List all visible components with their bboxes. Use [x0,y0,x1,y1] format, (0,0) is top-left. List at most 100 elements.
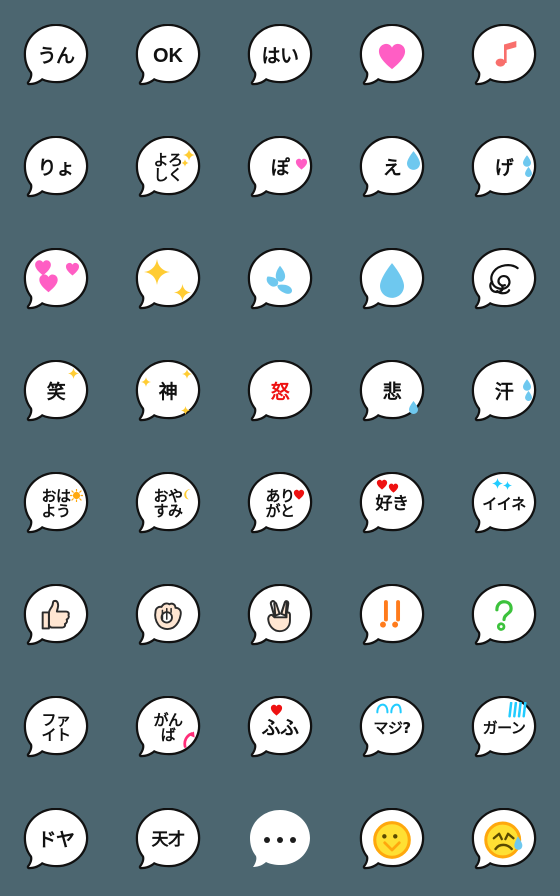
sticker-tensai[interactable]: 天才 [135,808,201,872]
sticker-content: ファ イト [30,705,82,751]
sticker-ryo[interactable]: りょ [23,136,89,200]
sticker-splash[interactable] [247,248,313,312]
sticker-cell[interactable]: 笑 [0,336,112,448]
sticker-yoroshiku[interactable]: よろ しく [135,136,201,200]
sticker-ok[interactable]: OK [135,24,201,88]
sticker-cell[interactable]: ふふ [224,672,336,784]
sticker-sparkles[interactable] [135,248,201,312]
sticker-peace-hand[interactable] [247,584,313,648]
sticker-ase[interactable]: 汗 [471,360,537,424]
emoji-sticker-grid: うん OK はいりょ よろ しく ぽ え げ笑 神 怒 悲 汗おは よう おや すみ あり がと 好き イイネファイ… [0,0,560,896]
sticker-cell[interactable]: 神 [112,336,224,448]
sticker-cell[interactable] [336,0,448,112]
sticker-cell[interactable] [0,560,112,672]
sticker-smiley[interactable] [359,808,425,872]
sticker-ge[interactable]: げ [471,136,537,200]
sticker-kami[interactable]: 神 [135,360,201,424]
sticker-cell[interactable]: あり がと [224,448,336,560]
sticker-gaan[interactable]: ガーン [471,696,537,760]
sticker-cell[interactable]: おや すみ [112,448,224,560]
sticker-cell[interactable]: げ [448,112,560,224]
sticker-iine[interactable]: イイネ [471,472,537,536]
sticker-cell[interactable]: ぽ [224,112,336,224]
sticker-cell[interactable]: うん [0,0,112,112]
sticker-three-hearts[interactable] [23,248,89,312]
sticker-cell[interactable] [224,224,336,336]
sticker-label: ぽ [270,156,290,179]
sticker-fufu[interactable]: ふふ [247,696,313,760]
sticker-cell[interactable]: よろ しく [112,112,224,224]
sticker-cell[interactable]: がんば [112,672,224,784]
sticker-cell[interactable]: 汗 [448,336,560,448]
sticker-cell[interactable]: 悲 [336,336,448,448]
sticker-cell[interactable]: ドヤ [0,784,112,896]
sticker-content: 怒 [254,369,306,415]
sticker-ohayou[interactable]: おは よう [23,472,89,536]
sticker-hai[interactable]: はい [247,24,313,88]
sticker-cell[interactable] [336,224,448,336]
sticker-cell[interactable]: 好き [336,448,448,560]
sticker-ganba[interactable]: がんば [135,696,201,760]
sticker-ok-hand[interactable] [135,584,201,648]
sticker-content: げ [478,145,532,191]
sticker-thumbs-up[interactable] [23,584,89,648]
sticker-cell[interactable] [448,784,560,896]
sticker-dots[interactable] [247,808,313,872]
sticker-content: ドヤ [30,817,82,863]
sticker-label: 天才 [151,829,186,850]
sticker-suki[interactable]: 好き [359,472,425,536]
sticker-content: 悲 [366,369,418,415]
sticker-maji[interactable]: マジ? [359,696,425,760]
sticker-label: がんば [153,713,183,742]
sticker-ikari[interactable]: 怒 [247,360,313,424]
sticker-label: 汗 [494,380,514,403]
teardrop-icon [409,401,418,414]
sticker-cell[interactable]: りょ [0,112,112,224]
sticker-content [254,593,306,639]
sticker-e-sweat[interactable]: え [359,136,425,200]
sticker-question[interactable] [471,584,537,648]
sticker-warai[interactable]: 笑 [23,360,89,424]
sticker-cell[interactable]: え [336,112,448,224]
sticker-cell[interactable] [448,0,560,112]
sticker-fight[interactable]: ファ イト [23,696,89,760]
sticker-crying-face[interactable] [471,808,537,872]
sticker-cell[interactable] [448,560,560,672]
sticker-oyasumi[interactable]: おや すみ [135,472,201,536]
sticker-cell[interactable]: ガーン [448,672,560,784]
sticker-scribble[interactable] [471,248,537,312]
sticker-cell[interactable]: ファ イト [0,672,112,784]
sticker-doya[interactable]: ドヤ [23,808,89,872]
sticker-label: 笑 [46,380,66,403]
sticker-cell[interactable] [112,560,224,672]
sticker-cell[interactable] [224,560,336,672]
sticker-po[interactable]: ぽ [247,136,313,200]
sticker-cell[interactable]: 天才 [112,784,224,896]
heart-icon [35,260,51,276]
music-note-icon [495,41,517,67]
heart-icon [293,489,305,500]
sticker-content [142,257,194,303]
sticker-cell[interactable]: マジ? [336,672,448,784]
sticker-cell[interactable]: 怒 [224,336,336,448]
sticker-cell[interactable] [224,784,336,896]
sticker-exclamation[interactable] [359,584,425,648]
sticker-kanashii[interactable]: 悲 [359,360,425,424]
sticker-un[interactable]: うん [23,24,89,88]
sticker-cell[interactable] [0,224,112,336]
sticker-pink-heart[interactable] [359,24,425,88]
sticker-cell[interactable] [336,560,448,672]
sticker-music-note[interactable] [471,24,537,88]
sticker-cell[interactable]: OK [112,0,224,112]
sticker-cell[interactable] [112,224,224,336]
sticker-cell[interactable] [336,784,448,896]
sticker-label: うん [37,44,75,67]
sticker-cell[interactable] [448,224,560,336]
sticker-arigato[interactable]: あり がと [247,472,313,536]
sticker-label: 神 [158,380,178,403]
sticker-cell[interactable]: はい [224,0,336,112]
sticker-cell[interactable]: おは よう [0,448,112,560]
sticker-teardrop[interactable] [359,248,425,312]
sticker-cell[interactable]: イイネ [448,448,560,560]
smiley-face-icon [373,821,411,859]
